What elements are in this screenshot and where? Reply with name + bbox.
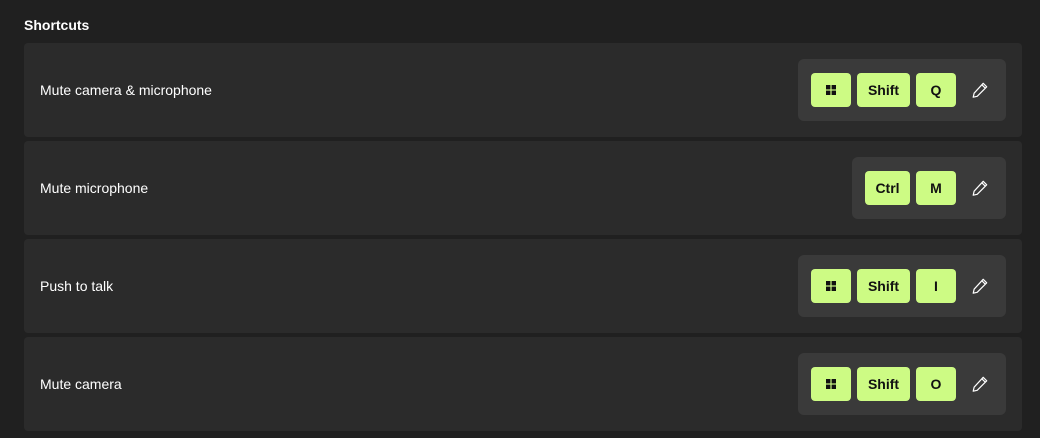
edit-shortcut-button[interactable]	[966, 272, 994, 300]
key-cap: O	[916, 367, 956, 401]
windows-key	[811, 73, 851, 107]
shortcut-label: Mute microphone	[40, 180, 149, 196]
windows-icon	[826, 281, 836, 291]
pencil-icon	[972, 376, 988, 392]
key-cap: Shift	[857, 269, 910, 303]
key-cap: Shift	[857, 367, 910, 401]
key-combo: Shift O	[798, 353, 1006, 415]
pencil-icon	[972, 82, 988, 98]
edit-shortcut-button[interactable]	[966, 174, 994, 202]
edit-shortcut-button[interactable]	[966, 76, 994, 104]
shortcut-row-mute-camera: Mute camera Shift O	[24, 337, 1022, 431]
shortcut-label: Push to talk	[40, 278, 114, 294]
section-title: Shortcuts	[24, 17, 90, 33]
key-cap: I	[916, 269, 956, 303]
key-cap: Shift	[857, 73, 910, 107]
windows-icon	[826, 379, 836, 389]
shortcut-label: Mute camera & microphone	[40, 82, 212, 98]
key-combo: Shift Q	[798, 59, 1006, 121]
windows-key	[811, 367, 851, 401]
shortcut-row-mute-camera-microphone: Mute camera & microphone Shift Q	[24, 43, 1022, 137]
shortcut-label: Mute camera	[40, 376, 122, 392]
key-cap: M	[916, 171, 956, 205]
key-cap: Ctrl	[865, 171, 910, 205]
shortcut-row-push-to-talk: Push to talk Shift I	[24, 239, 1022, 333]
windows-icon	[826, 85, 836, 95]
key-cap: Q	[916, 73, 956, 107]
key-combo: Ctrl M	[852, 157, 1006, 219]
pencil-icon	[972, 278, 988, 294]
shortcut-row-mute-microphone: Mute microphone Ctrl M	[24, 141, 1022, 235]
edit-shortcut-button[interactable]	[966, 370, 994, 398]
key-combo: Shift I	[798, 255, 1006, 317]
windows-key	[811, 269, 851, 303]
shortcut-list: Mute camera & microphone Shift Q Mute mi…	[24, 43, 1022, 435]
pencil-icon	[972, 180, 988, 196]
